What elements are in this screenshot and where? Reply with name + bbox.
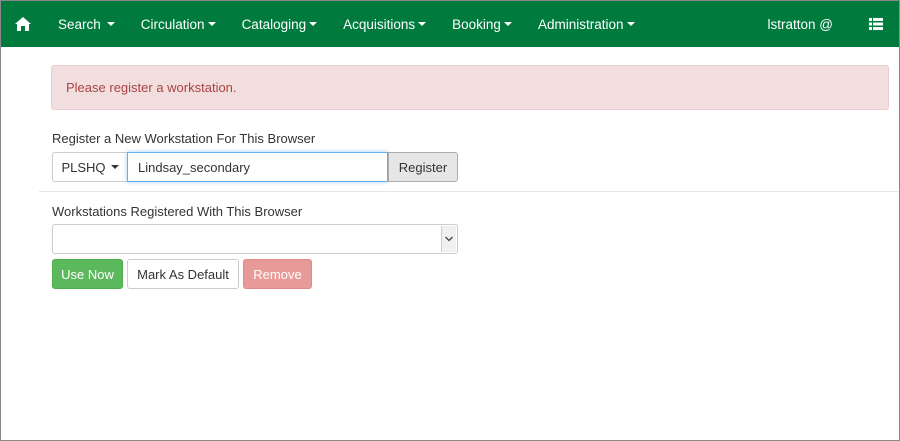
home-button[interactable] [1,17,45,31]
nav-booking[interactable]: Booking [439,1,525,47]
mark-as-default-button[interactable]: Mark As Default [127,259,239,289]
chevron-down-icon [445,236,453,242]
chevron-down-icon [110,165,119,169]
registered-heading: Workstations Registered With This Browse… [52,204,303,219]
chevron-down-icon [106,22,115,26]
library-dropdown-label: PLSHQ [61,159,106,175]
nav-acquisitions[interactable]: Acquisitions [330,1,439,47]
workstation-name-input[interactable] [127,152,388,182]
chevron-down-icon [626,22,635,26]
nav-cataloging[interactable]: Cataloging [229,1,331,47]
nav-search-label: Search [58,16,101,32]
register-heading: Register a New Workstation For This Brow… [52,131,316,146]
nav-circulation-label: Circulation [140,16,205,32]
chevron-down-icon [309,22,318,26]
top-navbar: Search Circulation Cataloging Acquisitio… [1,1,899,47]
nav-search[interactable]: Search [45,1,128,47]
list-icon [869,18,883,30]
chevron-down-icon [207,22,216,26]
alert-message: Please register a workstation. [51,65,889,110]
home-icon [15,17,31,31]
user-menu[interactable]: lstratton @ [760,17,853,32]
register-button[interactable]: Register [388,152,458,182]
divider [39,191,899,192]
library-dropdown[interactable]: PLSHQ [52,152,127,182]
nav-cataloging-label: Cataloging [241,16,307,32]
nav-acquisitions-label: Acquisitions [343,16,416,32]
chevron-down-icon [503,22,512,26]
workstation-select[interactable] [52,224,458,254]
select-arrow[interactable] [441,226,456,252]
app-menu-button[interactable] [853,18,899,30]
chevron-down-icon [418,22,427,26]
nav-administration-label: Administration [537,16,624,32]
remove-button[interactable]: Remove [243,259,312,289]
nav-booking-label: Booking [452,16,501,32]
nav-administration[interactable]: Administration [525,1,648,47]
alert-text: Please register a workstation. [66,80,237,95]
nav-circulation[interactable]: Circulation [128,1,229,47]
use-now-button[interactable]: Use Now [52,259,123,289]
